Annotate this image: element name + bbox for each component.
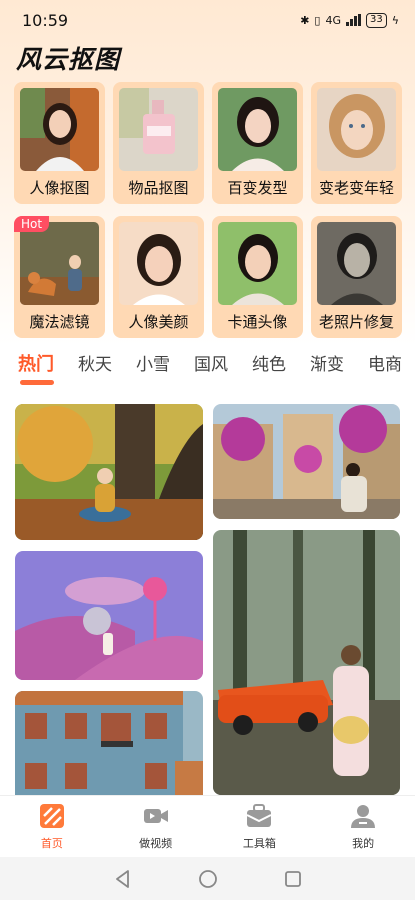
status-bar: 10:59 ✱ ▯ 4G 33 ϟ [0, 0, 415, 40]
tab-light-snow[interactable]: 小雪 [136, 350, 170, 375]
beauty-portrait-thumbnail [119, 222, 198, 305]
video-camera-icon [143, 808, 168, 823]
portrait-cutout-thumbnail [20, 88, 99, 171]
nav-label: 工具箱 [242, 836, 276, 850]
blue-building-photo[interactable] [15, 691, 203, 795]
tab-label: 电商 [368, 355, 402, 375]
feature-label: 物品抠图 [128, 179, 189, 197]
tab-chinese-style[interactable]: 国风 [194, 350, 228, 375]
purple-fantasy-photo[interactable] [15, 551, 203, 680]
tab-label: 渐变 [310, 355, 344, 375]
bluetooth-icon: ✱ [300, 13, 310, 27]
feature-label: 卡通头像 [227, 313, 288, 331]
vibrate-icon: ▯ [314, 13, 321, 27]
battery-icon: 33 [366, 12, 387, 28]
tab-gradient[interactable]: 渐变 [310, 350, 344, 375]
feature-age-change[interactable]: 变老变年轻 [311, 82, 402, 204]
nav-label: 做视频 [139, 836, 173, 850]
user-profile-icon [351, 804, 376, 828]
home-icon [39, 803, 64, 828]
network-label: 4G [325, 13, 341, 27]
feature-label: 人像美颜 [128, 313, 189, 331]
feature-object-cutout[interactable]: 物品抠图 [113, 82, 204, 204]
active-tab-indicator [20, 380, 54, 385]
feature-portrait-beauty[interactable]: 人像美颜 [113, 216, 204, 338]
toolbox-icon [246, 803, 272, 827]
tab-autumn[interactable]: 秋天 [78, 350, 112, 375]
flower-village-photo[interactable] [213, 404, 400, 519]
feature-label: 百变发型 [227, 179, 288, 197]
tab-ecommerce[interactable]: 电商 [368, 350, 402, 375]
nav-label: 我的 [352, 836, 375, 850]
back-icon[interactable] [112, 868, 134, 890]
system-navigation-bar [0, 857, 415, 900]
hairstyle-thumbnail [218, 88, 297, 171]
tab-label: 纯色 [252, 355, 286, 375]
feature-label: 人像抠图 [29, 179, 90, 197]
feature-cartoon-avatar[interactable]: 卡通头像 [212, 216, 303, 338]
tab-label: 小雪 [136, 355, 170, 375]
cartoon-avatar-thumbnail [218, 222, 297, 305]
nav-make-video[interactable]: 做视频 [111, 803, 201, 851]
feature-portrait-cutout[interactable]: 人像抠图 [14, 82, 105, 204]
home-circle-icon[interactable] [197, 868, 219, 890]
child-face-thumbnail [317, 88, 396, 171]
tab-label: 秋天 [78, 355, 112, 375]
forest-red-car-photo[interactable] [213, 530, 400, 795]
nav-profile[interactable]: 我的 [318, 803, 408, 851]
tab-solid-color[interactable]: 纯色 [252, 350, 286, 375]
hot-badge: Hot [14, 216, 50, 232]
charging-icon: ϟ [391, 13, 399, 27]
status-icons: ✱ ▯ 4G 33 ϟ [300, 12, 399, 28]
feature-label: 魔法滤镜 [29, 313, 90, 331]
feature-hairstyle[interactable]: 百变发型 [212, 82, 303, 204]
nav-toolbox[interactable]: 工具箱 [214, 803, 304, 851]
app-title: 风云抠图 [16, 45, 121, 74]
bottom-navigation: 首页 做视频 工具箱 我的 [0, 795, 415, 857]
nav-home[interactable]: 首页 [7, 803, 97, 851]
status-time: 10:59 [22, 10, 69, 30]
girl-with-fox-thumbnail [20, 222, 99, 305]
nav-label: 首页 [40, 836, 63, 850]
tab-hot[interactable]: 热门 [18, 350, 54, 385]
recent-apps-icon[interactable] [282, 868, 304, 890]
old-photo-thumbnail [317, 222, 396, 305]
perfume-bottle-thumbnail [119, 88, 198, 171]
feature-label: 老照片修复 [318, 313, 394, 331]
tab-label: 国风 [194, 355, 228, 375]
feature-label: 变老变年轻 [318, 179, 394, 197]
feature-grid: 人像抠图 物品抠图 百变发型 变老变年轻 Hot 魔法滤镜 人像美颜 卡通头像 … [14, 82, 402, 338]
signal-icon [346, 14, 361, 26]
autumn-reading-photo[interactable] [15, 404, 203, 540]
category-tabs: 热门 秋天 小雪 国风 纯色 渐变 电商 [0, 350, 415, 390]
tab-label: 热门 [18, 354, 54, 375]
feature-old-photo-restore[interactable]: 老照片修复 [311, 216, 402, 338]
feature-magic-filter[interactable]: Hot 魔法滤镜 [14, 216, 105, 338]
